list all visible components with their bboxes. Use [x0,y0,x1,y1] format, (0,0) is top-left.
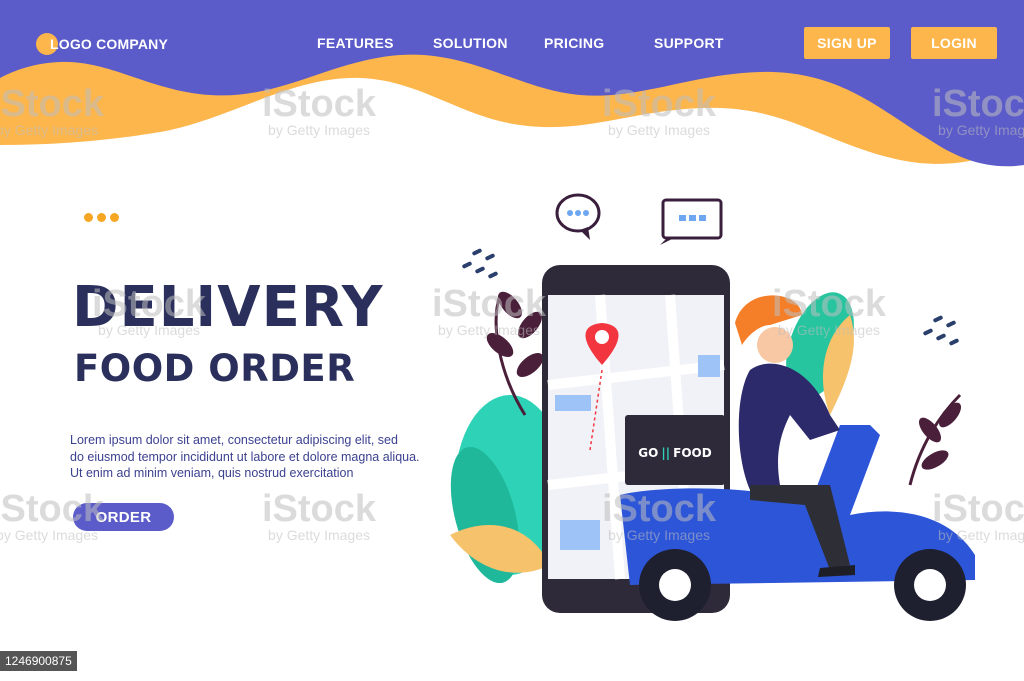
hero-title-line2: FOOD ORDER [74,347,356,390]
signup-button[interactable]: SIGN UP [804,27,890,59]
hero-description: Lorem ipsum dolor sit amet, consectetur … [70,432,440,482]
svg-text:GO||FOOD: GO || FOOD [638,446,711,460]
hero-description-line: Ut enim ad minim veniam, quis nostrud ex… [70,466,354,480]
hero-description-line: do eiusmod tempor incididunt ut labore e… [70,449,420,464]
nav-solution[interactable]: SOLUTION [433,35,508,51]
login-button[interactable]: LOGIN [911,27,997,59]
box-label-food: FOOD [673,446,712,460]
message-bubble-icon [660,198,723,245]
nav-pricing[interactable]: PRICING [544,35,604,51]
logo-text: LOGO COMPANY [50,36,169,52]
hero-description-line: Lorem ipsum dolor sit amet, consectetur … [70,433,398,447]
logo[interactable]: LOGO COMPANY [36,33,168,55]
watermark: iStockby Getty Images [262,488,377,543]
decorative-dots [84,213,119,222]
nav-features[interactable]: FEATURES [317,35,394,51]
delivery-illustration: GO || FOOD [450,193,975,621]
chat-bubble-icon [555,193,601,240]
nav-support[interactable]: SUPPORT [654,35,724,51]
hero-title-line1: DELIVERY [72,275,384,340]
box-label-go: GO [638,446,658,460]
order-button[interactable]: ORDER [73,503,174,531]
stock-image-id: 1246900875 [0,651,77,671]
